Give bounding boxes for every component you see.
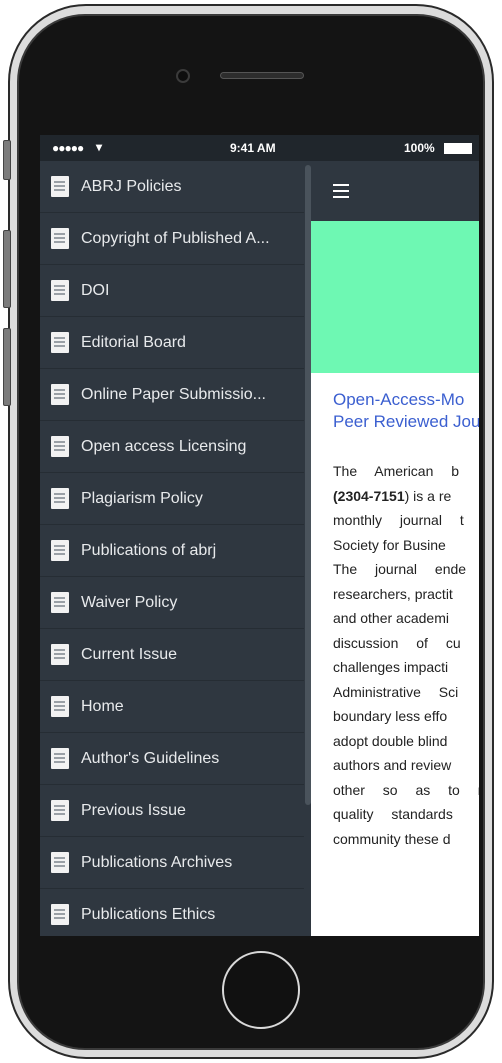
document-icon (51, 488, 69, 509)
body-line: Society for Busine (333, 536, 446, 553)
document-icon (51, 592, 69, 613)
home-button[interactable] (222, 951, 300, 1029)
body-line: authors and review (333, 757, 452, 773)
document-icon (51, 904, 69, 925)
front-camera (176, 69, 190, 83)
sidebar-item-open-access[interactable]: Open access Licensing (40, 421, 304, 473)
document-icon (51, 696, 69, 717)
sidebar-item-label: Plagiarism Policy (81, 489, 203, 507)
body-line: (2304-7151) is a re (333, 484, 479, 509)
header-banner (311, 221, 479, 373)
sidebar-item-authors-guidelines[interactable]: Author's Guidelines (40, 733, 304, 785)
body-line: boundary less effo (333, 708, 448, 724)
body-line: Administrative Sci (333, 683, 459, 700)
sidebar-item-editorial-board[interactable]: Editorial Board (40, 317, 304, 369)
body-line: researchers, practit (333, 585, 453, 602)
document-icon (51, 436, 69, 457)
battery-icon (444, 143, 472, 154)
body-line: quality standards (333, 806, 453, 822)
title-line: Peer Reviewed Jou (333, 412, 479, 431)
document-icon (51, 176, 69, 197)
body-line: adopt double blind (333, 732, 448, 749)
sidebar-item-label: Publications of abrj (81, 541, 217, 559)
sidebar-item-label: Open access Licensing (81, 437, 247, 455)
signal-icon: ●●●●● (52, 141, 84, 155)
sidebar-item-home[interactable]: Home (40, 681, 304, 733)
sidebar-item-publications[interactable]: Publications of abrj (40, 525, 304, 577)
sidebar-item-label: Current Issue (81, 645, 178, 663)
document-icon (51, 228, 69, 249)
sidebar-item-label: Author's Guidelines (81, 749, 220, 767)
sidebar-item-label: Waiver Policy (81, 593, 178, 611)
volume-up-button (3, 230, 11, 308)
document-icon (51, 280, 69, 301)
title-line: Open-Access-Mo (333, 390, 465, 409)
body-line: challenges impacti (333, 659, 449, 675)
article-body: The American b (2304-7151) is a re month… (333, 459, 479, 851)
article-title[interactable]: Open-Access-Mo Peer Reviewed Jou (333, 389, 479, 433)
sidebar-item-label: DOI (81, 281, 110, 299)
issn-number: (2304-7151 (333, 487, 405, 504)
sidebar-item-doi[interactable]: DOI (40, 265, 304, 317)
document-icon (51, 540, 69, 561)
body-line: monthly journal t (333, 512, 464, 528)
body-line: other so as to m (333, 781, 479, 798)
status-time: 9:41 AM (230, 141, 276, 155)
volume-down-button (3, 328, 11, 406)
document-icon (51, 332, 69, 353)
sidebar-item-waiver[interactable]: Waiver Policy (40, 577, 304, 629)
body-line: and other academi (333, 610, 449, 626)
mute-switch (3, 140, 11, 180)
sidebar-item-archives[interactable]: Publications Archives (40, 837, 304, 889)
wifi-icon: ▾ (96, 140, 103, 154)
page: ●●●●● ▾ 9:41 AM 100% ABRJ Policies Copyr… (0, 0, 502, 1063)
document-icon (51, 644, 69, 665)
main-content: Open-Access-Mo Peer Reviewed Jou The Ame… (311, 161, 479, 936)
sidebar-item-ethics[interactable]: Publications Ethics (40, 889, 304, 936)
document-icon (51, 852, 69, 873)
sidebar-item-label: Publications Archives (81, 853, 233, 871)
sidebar-item-previous-issue[interactable]: Previous Issue (40, 785, 304, 837)
sidebar-item-label: Copyright of Published A... (81, 229, 270, 247)
body-line: The American b (333, 463, 460, 479)
battery-percent: 100% (404, 141, 435, 155)
sidebar-item-current-issue[interactable]: Current Issue (40, 629, 304, 681)
sidebar-item-online-submission[interactable]: Online Paper Submissio... (40, 369, 304, 421)
sidebar-item-label: ABRJ Policies (81, 177, 182, 195)
top-bar (311, 161, 479, 221)
sidebar-item-abrj-policies[interactable]: ABRJ Policies (40, 161, 304, 213)
status-bar: ●●●●● ▾ 9:41 AM 100% (40, 135, 479, 161)
sidebar-item-label: Editorial Board (81, 333, 186, 351)
sidebar-item-copyright[interactable]: Copyright of Published A... (40, 213, 304, 265)
sidebar-item-label: Home (81, 697, 124, 715)
screen: ●●●●● ▾ 9:41 AM 100% ABRJ Policies Copyr… (40, 135, 479, 936)
body-line: community these d (333, 830, 451, 847)
menu-toggle-icon[interactable] (333, 184, 349, 198)
earpiece-speaker (220, 72, 304, 79)
sidebar-menu: ABRJ Policies Copyright of Published A..… (40, 161, 311, 936)
sidebar-item-label: Previous Issue (81, 801, 186, 819)
document-icon (51, 800, 69, 821)
sidebar-item-label: Online Paper Submissio... (81, 385, 266, 403)
body-text: ) is a re (404, 487, 452, 504)
document-icon (51, 748, 69, 769)
body-line: The journal ende (333, 561, 467, 577)
body-line: discussion of cu (333, 634, 461, 651)
sidebar-item-plagiarism[interactable]: Plagiarism Policy (40, 473, 304, 525)
document-icon (51, 384, 69, 405)
sidebar-item-label: Publications Ethics (81, 905, 216, 923)
